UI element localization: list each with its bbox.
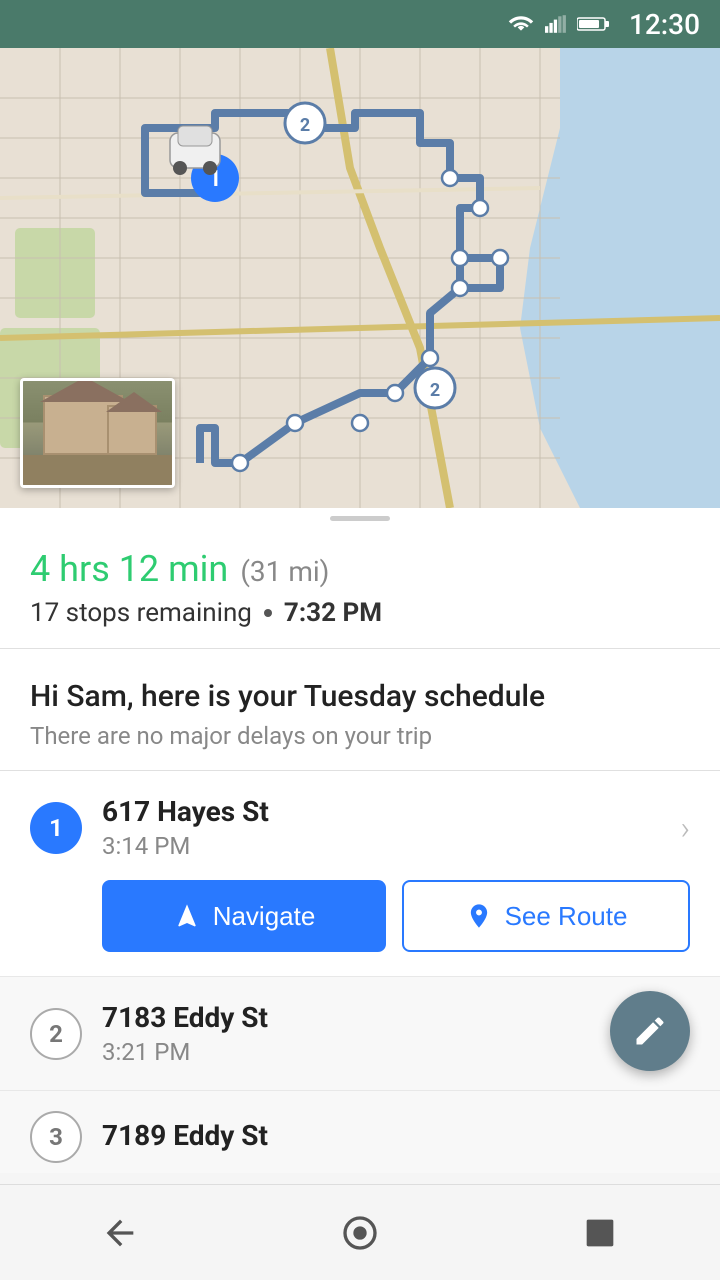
navigate-label: Navigate [213, 901, 316, 932]
trip-duration: 4 hrs 12 min [30, 548, 228, 590]
stop-2-address: 7183 Eddy St [102, 1001, 690, 1034]
stop-2-info: 7183 Eddy St 3:21 PM [102, 1001, 690, 1066]
home-circle-icon [340, 1213, 380, 1253]
svg-text:2: 2 [430, 380, 440, 401]
stop-1-time: 3:14 PM [102, 832, 660, 860]
home-nav-button[interactable] [320, 1203, 400, 1263]
status-icons: 12:30 [507, 8, 700, 41]
edit-icon [632, 1013, 668, 1049]
drag-handle[interactable] [0, 508, 720, 528]
see-route-icon [465, 902, 493, 930]
stop-3-address: 7189 Eddy St [102, 1119, 690, 1152]
stop-2-time: 3:21 PM [102, 1038, 690, 1066]
stop-2-badge: 2 [30, 1008, 82, 1060]
eta-time: 7:32 PM [284, 598, 382, 628]
status-time: 12:30 [629, 8, 700, 41]
edit-fab-button[interactable] [610, 991, 690, 1071]
stop-3-info: 7189 Eddy St [102, 1119, 690, 1156]
stop-2-wrapper: 2 7183 Eddy St 3:21 PM [0, 977, 720, 1091]
back-icon [100, 1213, 140, 1253]
stops-eta-row: 17 stops remaining 7:32 PM [30, 598, 690, 628]
stop-item-3-partial: 3 7189 Eddy St [0, 1091, 720, 1173]
stop-1-info: 617 Hayes St 3:14 PM [102, 795, 660, 860]
svg-text:2: 2 [300, 115, 310, 136]
stop-1-chevron-icon[interactable]: › [680, 809, 690, 847]
drag-handle-bar [330, 516, 390, 521]
stops-remaining: 17 stops remaining [30, 598, 252, 628]
trip-distance: (31 mi) [240, 555, 329, 588]
stop-2-header: 2 7183 Eddy St 3:21 PM [30, 1001, 690, 1066]
navigate-icon [173, 902, 201, 930]
map-container[interactable]: 1 2 2 [0, 48, 720, 508]
street-view-thumbnail[interactable] [20, 378, 175, 488]
trip-info-panel: 4 hrs 12 min (31 mi) 17 stops remaining … [0, 528, 720, 649]
see-route-label: See Route [505, 901, 628, 932]
stop-3-header: 3 7189 Eddy St [30, 1111, 690, 1163]
stop-3-badge: 3 [30, 1111, 82, 1163]
stop-icon [580, 1213, 620, 1253]
navigate-button[interactable]: Navigate [102, 880, 386, 952]
stop-1-header: 1 617 Hayes St 3:14 PM › [30, 795, 690, 860]
signal-icon [545, 15, 567, 33]
battery-icon [577, 15, 609, 33]
schedule-greeting: Hi Sam, here is your Tuesday schedule [30, 679, 690, 714]
separator-dot [264, 609, 272, 617]
stop-1-actions: Navigate See Route [102, 880, 690, 952]
schedule-header: Hi Sam, here is your Tuesday schedule Th… [0, 649, 720, 771]
navigation-bar [0, 1184, 720, 1280]
status-bar: 12:30 [0, 0, 720, 48]
stop-nav-button[interactable] [560, 1203, 640, 1263]
back-nav-button[interactable] [80, 1203, 160, 1263]
stop-1-address: 617 Hayes St [102, 795, 660, 828]
wifi-icon [507, 14, 535, 34]
stop-1-badge: 1 [30, 802, 82, 854]
schedule-delay-message: There are no major delays on your trip [30, 722, 690, 750]
see-route-button[interactable]: See Route [402, 880, 690, 952]
time-distance-row: 4 hrs 12 min (31 mi) [30, 548, 690, 590]
stop-item-1: 1 617 Hayes St 3:14 PM › Navigate See Ro… [0, 771, 720, 977]
